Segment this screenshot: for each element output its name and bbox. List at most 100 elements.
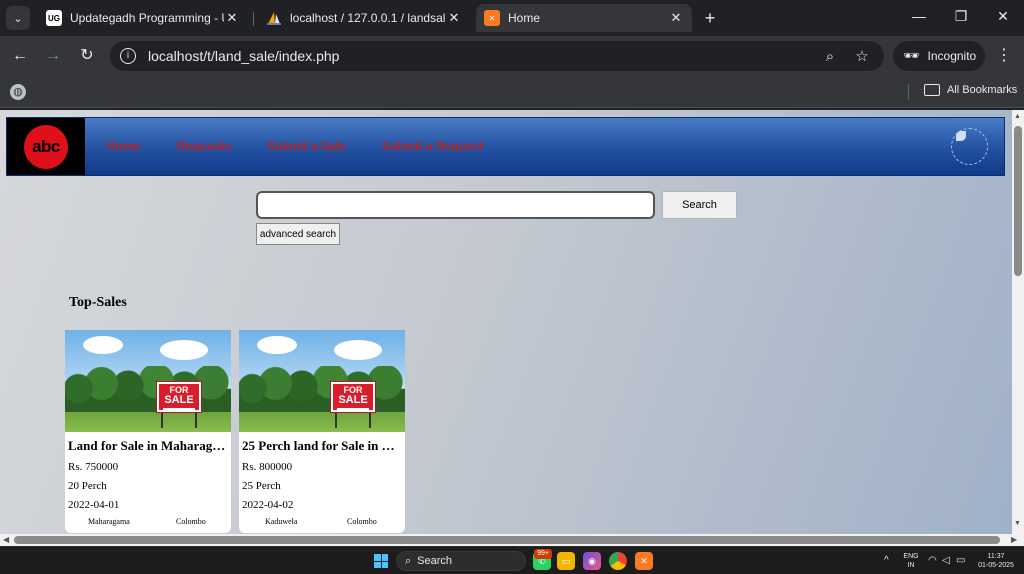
all-bookmarks-button[interactable]: All Bookmarks <box>924 84 1017 96</box>
back-button[interactable]: ← <box>10 46 30 66</box>
listing-date: 2022-04-02 <box>242 499 294 511</box>
tab-phpmyadmin[interactable]: localhost / 127.0.0.1 / landsale | ph ✕ <box>258 4 470 32</box>
region-label: IN <box>907 562 915 569</box>
listing-price: Rs. 750000 <box>68 461 119 473</box>
arrow-right-icon: → <box>45 47 61 64</box>
bookmarks-bar: ◍ All Bookmarks <box>0 76 1024 108</box>
browser-menu-button[interactable]: ⋮ <box>996 46 1012 66</box>
taskbar: ⌕ Search ✆ 99+ ▭ ◉ ✕ ^ ENG IN ◠ ◁ ▭ 11:3… <box>0 546 1024 574</box>
sign-text: SALE <box>164 394 194 406</box>
windows-start-button[interactable] <box>374 554 388 568</box>
search-input[interactable] <box>256 191 655 219</box>
sign-post <box>195 412 197 428</box>
star-icon[interactable]: ☆ <box>852 47 872 65</box>
listing-district: Colombo <box>347 517 377 526</box>
vertical-scrollbar[interactable]: ▲ ▼ <box>1012 110 1024 534</box>
minimize-icon: — <box>912 8 926 24</box>
for-sale-sign: FOR SALE <box>330 381 376 413</box>
listing-title[interactable]: 25 Perch land for Sale in Kaduwela <box>242 438 402 454</box>
listing-image: FOR SALE <box>239 330 405 432</box>
sign-text: SALE <box>338 394 368 406</box>
scroll-thumb[interactable] <box>1014 126 1022 276</box>
restore-icon: ❐ <box>954 8 968 24</box>
search-icon: ⌕ <box>405 554 412 567</box>
close-icon[interactable]: ✕ <box>446 10 462 26</box>
listing-price: Rs. 800000 <box>242 461 293 473</box>
xampp-icon[interactable]: ✕ <box>635 552 653 570</box>
close-icon[interactable]: ✕ <box>224 10 240 26</box>
url-text[interactable]: localhost/t/land_sale/index.php <box>148 48 820 64</box>
for-sale-sign: FOR SALE <box>156 381 202 413</box>
page-viewport: abc Home Requests Submit a Sale Submit a… <box>0 110 1024 546</box>
advanced-search-button[interactable]: advanced search <box>256 223 340 245</box>
file-explorer-icon[interactable]: ▭ <box>557 552 575 570</box>
cloud-shape <box>160 340 208 360</box>
scroll-thumb[interactable] <box>14 536 1000 544</box>
taskbar-search[interactable]: ⌕ Search <box>396 551 526 571</box>
notification-badge: 99+ <box>534 549 552 559</box>
browser-toolbar: ← → ↻ i localhost/t/land_sale/index.php … <box>0 36 1024 76</box>
listing-city: Kaduwela <box>265 517 298 526</box>
cloud-shape <box>334 340 382 360</box>
chevron-down-icon: ⌄ <box>13 12 23 25</box>
new-tab-button[interactable]: + <box>700 8 720 28</box>
volume-icon[interactable]: ◁ <box>942 555 950 566</box>
folder-icon <box>924 84 940 96</box>
tab-home[interactable]: ✕ Home ✕ <box>476 4 692 32</box>
listing-card[interactable]: FOR SALE 25 Perch land for Sale in Kaduw… <box>239 330 405 533</box>
listing-title[interactable]: Land for Sale in Maharagama <box>68 438 228 454</box>
tab-updategadh[interactable]: UG Updategadh Programming - Upda ✕ <box>38 4 248 32</box>
grass-shape <box>65 412 231 432</box>
app-icon[interactable]: ◉ <box>583 552 601 570</box>
globe-icon[interactable]: ◍ <box>10 84 26 100</box>
clock-date: 01-05-2025 <box>978 562 1014 569</box>
section-title: Top-Sales <box>69 295 127 310</box>
battery-icon[interactable]: ▭ <box>956 555 965 566</box>
site-logo[interactable]: abc <box>7 118 85 175</box>
incognito-button[interactable]: 🕶 Incognito <box>893 41 985 71</box>
bookmarks-divider <box>908 84 909 100</box>
scroll-right-icon[interactable]: ▶ <box>1011 535 1017 544</box>
close-window-button[interactable]: ✕ <box>992 8 1014 28</box>
scroll-up-icon[interactable]: ▲ <box>1014 113 1021 120</box>
site-info-icon[interactable]: i <box>120 48 136 64</box>
tab-search-button[interactable]: ⌄ <box>6 6 30 30</box>
wifi-icon[interactable]: ◠ <box>928 555 937 566</box>
language-indicator[interactable]: ENG IN <box>902 552 920 570</box>
scroll-left-icon[interactable]: ◀ <box>3 535 9 544</box>
tab-title: Home <box>508 11 541 25</box>
nav-submit-request[interactable]: Submit a Request <box>382 139 483 153</box>
listing-image: FOR SALE <box>65 330 231 432</box>
clock[interactable]: 11:37 01-05-2025 <box>972 552 1020 570</box>
listing-card[interactable]: FOR SALE Land for Sale in Maharagama Rs.… <box>65 330 231 533</box>
plus-icon: + <box>704 8 716 28</box>
listing-city: Maharagama <box>88 517 130 526</box>
horizontal-scrollbar[interactable]: ◀ ▶ <box>0 534 1024 546</box>
kebab-menu-icon: ⋮ <box>996 47 1012 64</box>
listing-date: 2022-04-01 <box>68 499 120 511</box>
forward-button[interactable]: → <box>43 46 63 66</box>
nav-submit-sale[interactable]: Submit a Sale <box>267 139 346 153</box>
listing-size: 20 Perch <box>68 480 107 492</box>
all-bookmarks-label: All Bookmarks <box>947 84 1018 96</box>
clock-time: 11:37 <box>987 553 1005 560</box>
zoom-icon[interactable]: ⌕ <box>820 48 840 65</box>
restore-button[interactable]: ❐ <box>950 8 972 28</box>
abc-logo: abc <box>24 124 68 169</box>
scroll-down-icon[interactable]: ▼ <box>1014 520 1021 527</box>
tab-title: Updategadh Programming - Upda <box>70 11 224 25</box>
cloud-shape <box>83 336 123 354</box>
chevron-up-icon[interactable]: ^ <box>884 555 889 566</box>
close-icon[interactable]: ✕ <box>668 10 684 26</box>
sign-bar <box>337 408 369 410</box>
tab-strip: ⌄ UG Updategadh Programming - Upda ✕ loc… <box>0 0 1024 36</box>
user-avatar[interactable] <box>951 128 988 165</box>
reload-button[interactable]: ↻ <box>77 46 97 66</box>
chrome-icon[interactable] <box>609 552 627 570</box>
minimize-button[interactable]: — <box>908 8 930 28</box>
nav-requests[interactable]: Requests <box>177 139 231 153</box>
address-bar[interactable]: i localhost/t/land_sale/index.php ⌕ ☆ <box>110 41 884 71</box>
search-button[interactable]: Search <box>662 191 737 219</box>
listing-district: Colombo <box>176 517 206 526</box>
nav-home[interactable]: Home <box>107 139 140 153</box>
